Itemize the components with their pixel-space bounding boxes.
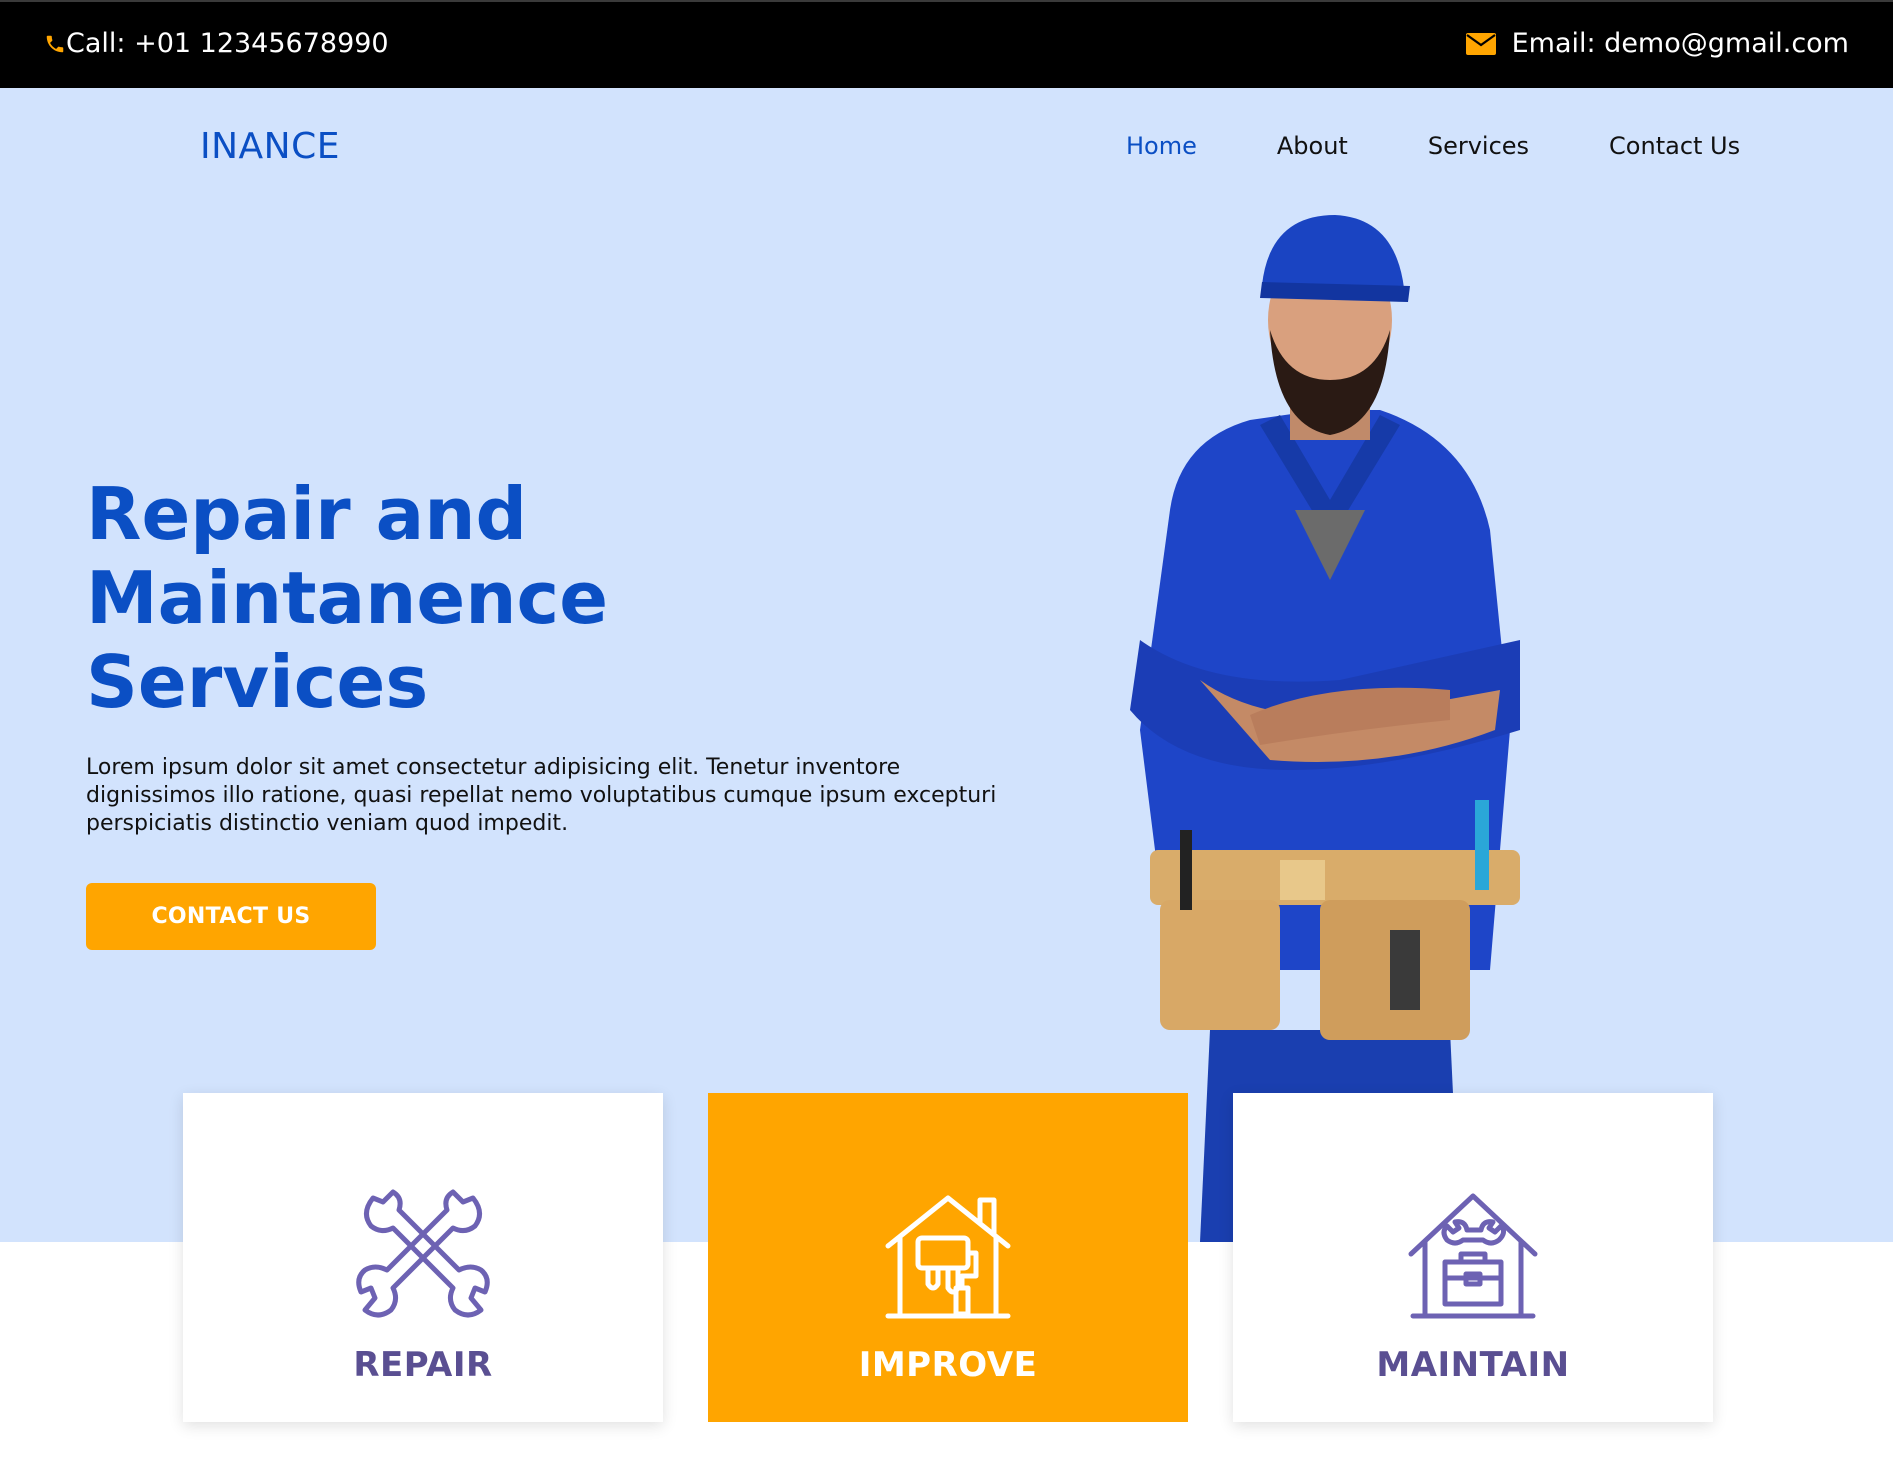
repairman-image	[1130, 215, 1520, 1242]
envelope-icon	[1465, 32, 1496, 55]
hero-title-line: Services	[86, 640, 429, 724]
hero-title-line: Repair and	[86, 472, 528, 556]
email-text: Email: demo@gmail.com	[1511, 28, 1849, 59]
hero-title-line: Maintanence	[86, 556, 609, 640]
house-toolbox-icon	[1408, 1193, 1538, 1319]
service-label: IMPROVE	[858, 1345, 1038, 1385]
phone-icon	[44, 33, 66, 55]
main-nav: Home About Services Contact Us	[1126, 132, 1740, 160]
crossed-wrenches-icon	[356, 1189, 490, 1318]
hero-title: Repair and Maintanence Services	[86, 472, 806, 724]
nav-item-home[interactable]: Home	[1126, 132, 1197, 160]
service-label: REPAIR	[353, 1345, 493, 1385]
top-contact-bar: Call: +01 12345678990 Email: demo@gmail.…	[0, 0, 1893, 88]
nav-item-services[interactable]: Services	[1428, 132, 1529, 160]
service-card-maintain[interactable]: MAINTAIN	[1233, 1093, 1713, 1422]
email-info[interactable]: Email: demo@gmail.com	[1465, 28, 1849, 59]
house-paint-roller-icon	[885, 1195, 1011, 1319]
service-card-improve[interactable]: IMPROVE	[708, 1093, 1188, 1422]
contact-us-button[interactable]: CONTACT US	[86, 883, 376, 950]
hero-description: Lorem ipsum dolor sit amet consectetur a…	[86, 755, 997, 836]
call-info[interactable]: Call: +01 12345678990	[44, 28, 389, 59]
call-text: Call: +01 12345678990	[66, 28, 389, 59]
nav-item-about[interactable]: About	[1277, 132, 1348, 160]
service-label: MAINTAIN	[1376, 1345, 1570, 1385]
brand-logo[interactable]: INANCE	[200, 126, 340, 167]
service-card-repair[interactable]: REPAIR	[183, 1093, 663, 1422]
nav-item-contact-us[interactable]: Contact Us	[1609, 132, 1740, 160]
